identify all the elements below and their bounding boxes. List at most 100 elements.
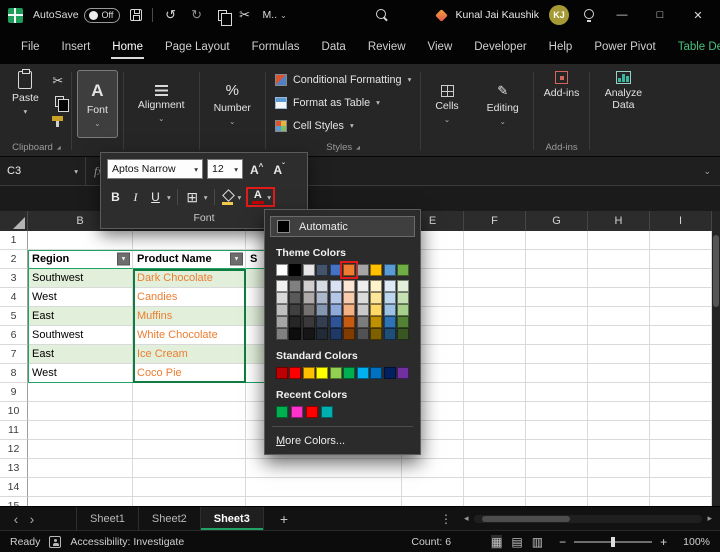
analyze-data-button[interactable]: Analyze Data: [595, 66, 651, 113]
zoom-slider[interactable]: [574, 536, 653, 547]
page-layout-view-icon[interactable]: ▤: [511, 535, 522, 549]
cell-f4[interactable]: [464, 288, 526, 307]
cell-b15[interactable]: [28, 497, 133, 506]
cell-h13[interactable]: [588, 459, 650, 478]
cell-h3[interactable]: [588, 269, 650, 288]
theme-color-swatch[interactable]: [396, 264, 409, 276]
cell-h11[interactable]: [588, 421, 650, 440]
vertical-scrollbar[interactable]: [712, 211, 720, 506]
cell-f8[interactable]: [464, 364, 526, 383]
italic-button[interactable]: I: [127, 187, 144, 207]
theme-variant-swatch[interactable]: [276, 304, 288, 316]
cell-i15[interactable]: [650, 497, 712, 506]
theme-variant-swatch[interactable]: [329, 316, 342, 328]
theme-variant-swatch[interactable]: [356, 316, 369, 328]
theme-variant-swatch[interactable]: [343, 292, 356, 304]
theme-variant-swatch[interactable]: [370, 280, 383, 292]
theme-variant-swatch[interactable]: [329, 304, 342, 316]
theme-variant-swatch[interactable]: [289, 304, 302, 316]
sheet-nav-left-icon[interactable]: ‹: [8, 511, 24, 527]
cell-c4[interactable]: Candies: [133, 288, 246, 307]
cell-f6[interactable]: [464, 326, 526, 345]
theme-variant-swatch[interactable]: [356, 328, 369, 340]
theme-variant-swatch[interactable]: [396, 304, 409, 316]
theme-variant-swatch[interactable]: [343, 280, 356, 292]
row-header-13[interactable]: 13: [0, 459, 28, 478]
cell-g9[interactable]: [526, 383, 588, 402]
cell-g14[interactable]: [526, 478, 588, 497]
cell-c10[interactable]: [133, 402, 246, 421]
font-color-button[interactable]: A: [250, 190, 265, 204]
row-header-15[interactable]: 15: [0, 497, 28, 506]
theme-variant-swatch[interactable]: [343, 316, 356, 328]
theme-variant-swatch[interactable]: [302, 292, 315, 304]
ribbon-item-cell-styles[interactable]: Cell Styles ▾: [271, 114, 415, 137]
row-header-3[interactable]: 3: [0, 269, 28, 288]
cell-i3[interactable]: [650, 269, 712, 288]
cell-f15[interactable]: [464, 497, 526, 506]
recent-color-swatch[interactable]: [276, 406, 288, 418]
automatic-color-item[interactable]: Automatic: [270, 216, 415, 237]
standard-color-swatch[interactable]: [370, 367, 383, 379]
cell-c6[interactable]: White Chocolate: [133, 326, 246, 345]
zoom-in-button[interactable]: +: [660, 535, 667, 549]
cell-i14[interactable]: [650, 478, 712, 497]
chevron-down-icon[interactable]: ▾: [238, 193, 242, 202]
cell-h6[interactable]: [588, 326, 650, 345]
theme-variant-swatch[interactable]: [302, 304, 315, 316]
cell-g1[interactable]: [526, 231, 588, 250]
theme-variant-swatch[interactable]: [356, 304, 369, 316]
cell-i7[interactable]: [650, 345, 712, 364]
cell-b4[interactable]: West: [28, 288, 133, 307]
menu-tab-file[interactable]: File: [10, 30, 51, 64]
addins-button[interactable]: Add-ins: [539, 66, 585, 101]
theme-color-swatch[interactable]: [302, 264, 315, 276]
search-icon[interactable]: [376, 9, 389, 22]
row-header-10[interactable]: 10: [0, 402, 28, 421]
cell-g13[interactable]: [526, 459, 588, 478]
font-size-combo[interactable]: 12 ▾: [207, 159, 243, 179]
dialog-launcher-icon[interactable]: ◢: [356, 145, 360, 151]
theme-color-swatch[interactable]: [370, 264, 383, 276]
cell-i2[interactable]: [650, 250, 712, 269]
new-sheet-button[interactable]: +: [280, 511, 288, 527]
cell-i10[interactable]: [650, 402, 712, 421]
theme-variant-swatch[interactable]: [289, 292, 302, 304]
menu-tab-developer[interactable]: Developer: [463, 30, 537, 64]
number-group-button[interactable]: % Number ⌄: [205, 70, 260, 138]
standard-color-swatch[interactable]: [329, 367, 342, 379]
cut-button[interactable]: ✂: [50, 73, 66, 89]
cut-icon[interactable]: ✂: [237, 7, 253, 23]
cell-i1[interactable]: [650, 231, 712, 250]
cell-c14[interactable]: [133, 478, 246, 497]
cell-b10[interactable]: [28, 402, 133, 421]
cell-b2[interactable]: Region ▼: [28, 250, 133, 269]
cell-f10[interactable]: [464, 402, 526, 421]
theme-variant-swatch[interactable]: [289, 328, 302, 340]
row-header-12[interactable]: 12: [0, 440, 28, 459]
cell-h8[interactable]: [588, 364, 650, 383]
cell-f7[interactable]: [464, 345, 526, 364]
theme-variant-swatch[interactable]: [329, 328, 342, 340]
font-group-button[interactable]: A Font ⌄: [76, 70, 118, 138]
standard-color-swatch[interactable]: [289, 367, 302, 379]
cell-i13[interactable]: [650, 459, 712, 478]
theme-variant-swatch[interactable]: [370, 292, 383, 304]
theme-color-swatch[interactable]: [383, 264, 396, 276]
theme-variant-swatch[interactable]: [383, 304, 396, 316]
column-header-i[interactable]: I: [650, 211, 712, 231]
cell-h12[interactable]: [588, 440, 650, 459]
horizontal-scrollbar[interactable]: ◂ ▸: [464, 513, 712, 524]
theme-variant-swatch[interactable]: [316, 328, 329, 340]
cell-f1[interactable]: [464, 231, 526, 250]
recent-color-swatch[interactable]: [291, 406, 303, 418]
theme-color-swatch[interactable]: [316, 264, 329, 276]
cell-d13[interactable]: [246, 459, 402, 478]
menu-tab-review[interactable]: Review: [357, 30, 417, 64]
normal-view-icon[interactable]: ▦: [491, 534, 503, 549]
autosave-toggle[interactable]: Off: [83, 7, 120, 23]
avatar[interactable]: KJ: [549, 5, 569, 25]
scrollbar-thumb[interactable]: [481, 515, 570, 522]
cell-f13[interactable]: [464, 459, 526, 478]
theme-color-swatch[interactable]: [340, 261, 359, 279]
